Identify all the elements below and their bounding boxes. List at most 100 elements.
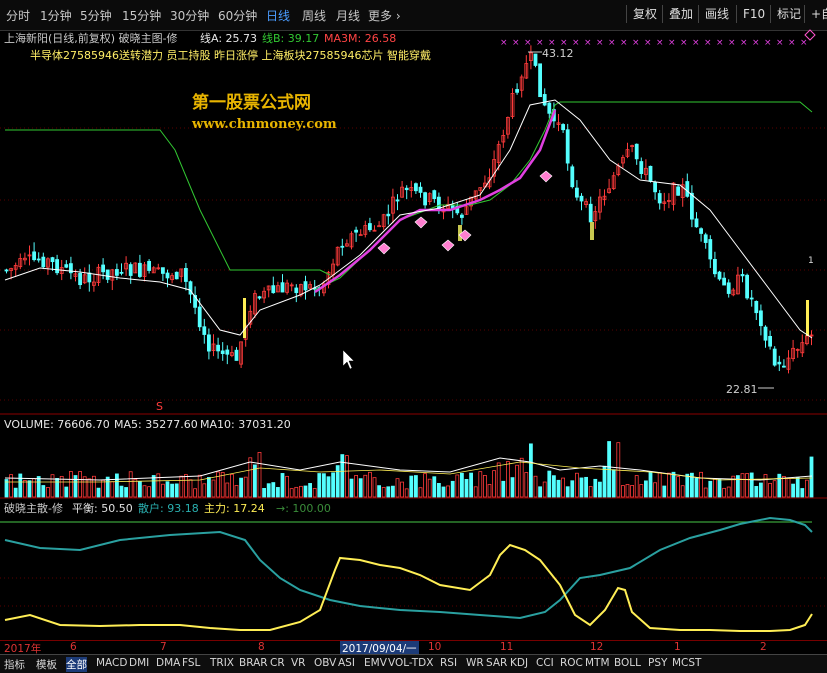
volume-bar: [262, 488, 267, 498]
candle-body: [713, 259, 717, 275]
candle-body: [128, 264, 133, 276]
volume-bar: [331, 472, 336, 498]
volume-bar: [87, 478, 92, 498]
volume-bar: [800, 488, 805, 498]
indicator-tab-12[interactable]: ASI: [338, 657, 355, 669]
volume-bar: [533, 475, 538, 498]
volume-bar: [41, 485, 46, 498]
indicator-tab-1[interactable]: 模板: [36, 657, 57, 672]
volume-bar: [561, 477, 565, 498]
candle-body: [648, 165, 653, 182]
indicator-tab-11[interactable]: OBV: [314, 657, 336, 669]
indicator-tab-2[interactable]: 全部: [66, 657, 87, 672]
candle-body: [41, 256, 46, 268]
volume-bar: [717, 478, 722, 498]
volume-bar: [358, 478, 363, 498]
volume-bar: [699, 471, 703, 498]
volume-bar: [354, 475, 359, 498]
volume-bar: [147, 486, 152, 498]
volume-ma5-label: MA5: 35277.60: [114, 418, 198, 431]
indicator-tab-21[interactable]: MTM: [585, 657, 610, 669]
indicator-tab-14[interactable]: VOL-TDX: [388, 657, 433, 669]
volume-bar: [625, 484, 630, 498]
indicator-tab-10[interactable]: VR: [291, 657, 305, 669]
volume-bar: [423, 473, 428, 498]
candle-body: [271, 285, 276, 294]
volume-bar: [275, 487, 280, 498]
indicator-tab-0[interactable]: 指标: [4, 657, 25, 672]
date-label-1: 1: [674, 641, 681, 653]
date-label-2: 2: [760, 641, 767, 653]
volume-bar: [115, 473, 119, 498]
volume-bar: [657, 472, 662, 498]
candle-body: [726, 282, 731, 294]
indicator-tab-16[interactable]: WR: [466, 657, 484, 669]
indicator-tab-8[interactable]: BRAR: [239, 657, 268, 669]
candle-body: [579, 195, 584, 202]
candle-body: [119, 271, 124, 274]
volume-bar: [644, 480, 648, 498]
volume-bar: [722, 487, 726, 498]
volume-bar: [409, 475, 414, 498]
indicator-tab-24[interactable]: MCST: [672, 657, 701, 669]
indicator-tab-7[interactable]: TRIX: [210, 657, 234, 669]
candle-body: [639, 161, 644, 174]
volume-bar: [36, 476, 41, 498]
indicator-tab-9[interactable]: CR: [270, 657, 285, 669]
volume-bar: [229, 473, 234, 498]
volume-bar: [73, 475, 78, 498]
indicator-tab-5[interactable]: DMA: [156, 657, 180, 669]
candle-body: [740, 274, 745, 277]
volume-bar: [64, 486, 69, 498]
volume-bar: [317, 473, 322, 498]
volume-bar: [584, 476, 588, 498]
candle-body: [782, 365, 786, 368]
balance-label: 平衡: 50.50: [72, 502, 133, 515]
chart-canvas[interactable]: × × × × × × × × × × × × × × × × × × × × × × × × × ×: [0, 0, 827, 672]
volume-bar: [151, 475, 156, 498]
candle-body: [225, 349, 230, 355]
volume-bar: [708, 480, 713, 498]
volume-bar: [193, 488, 198, 498]
volume-bar: [648, 471, 653, 498]
volume-bar: [565, 486, 570, 498]
volume-bar: [492, 470, 497, 498]
candle-body: [257, 296, 262, 299]
indicator-tab-23[interactable]: PSY: [648, 657, 667, 669]
volume-bar: [308, 483, 313, 498]
indicator-tab-15[interactable]: RSI: [440, 657, 457, 669]
candle-body: [32, 251, 36, 261]
volume-bar: [46, 487, 50, 498]
indicator-tab-4[interactable]: DMI: [129, 657, 149, 669]
volume-bar: [349, 478, 354, 498]
volume-bar: [312, 488, 317, 498]
x-marker: ×: [764, 38, 772, 48]
candle-body: [542, 94, 547, 106]
indicator-tab-19[interactable]: CCI: [536, 657, 554, 669]
x-marker: ×: [608, 38, 616, 48]
indicator-tab-3[interactable]: MACD: [96, 657, 127, 669]
low-price-label: 22.81: [726, 383, 758, 396]
indicator-tab-20[interactable]: ROC: [560, 657, 583, 669]
volume-bar: [96, 487, 101, 498]
date-label-8: 8: [258, 641, 265, 653]
indicator-tab-13[interactable]: EMV: [364, 657, 387, 669]
candle-body: [694, 218, 699, 228]
indicator-tab-18[interactable]: KDJ: [510, 657, 528, 669]
right-marker: 1: [808, 256, 814, 266]
volume-bar: [432, 476, 437, 498]
volume-bar: [427, 478, 432, 498]
candle-body: [432, 190, 437, 200]
volume-bar: [18, 473, 23, 498]
volume-bar: [335, 465, 340, 498]
indicator-tab-17[interactable]: SAR: [486, 657, 507, 669]
indicator-tab-22[interactable]: BOLL: [614, 657, 641, 669]
volume-bar: [119, 485, 124, 498]
candle-body: [115, 269, 119, 276]
volume-bar: [326, 476, 331, 498]
volume-bar: [473, 486, 478, 498]
main-force-line: [4, 543, 813, 632]
indicator-tab-6[interactable]: FSL: [182, 657, 200, 669]
retail-label: 散户: 93.18: [138, 502, 199, 515]
volume-bar: [188, 479, 193, 498]
